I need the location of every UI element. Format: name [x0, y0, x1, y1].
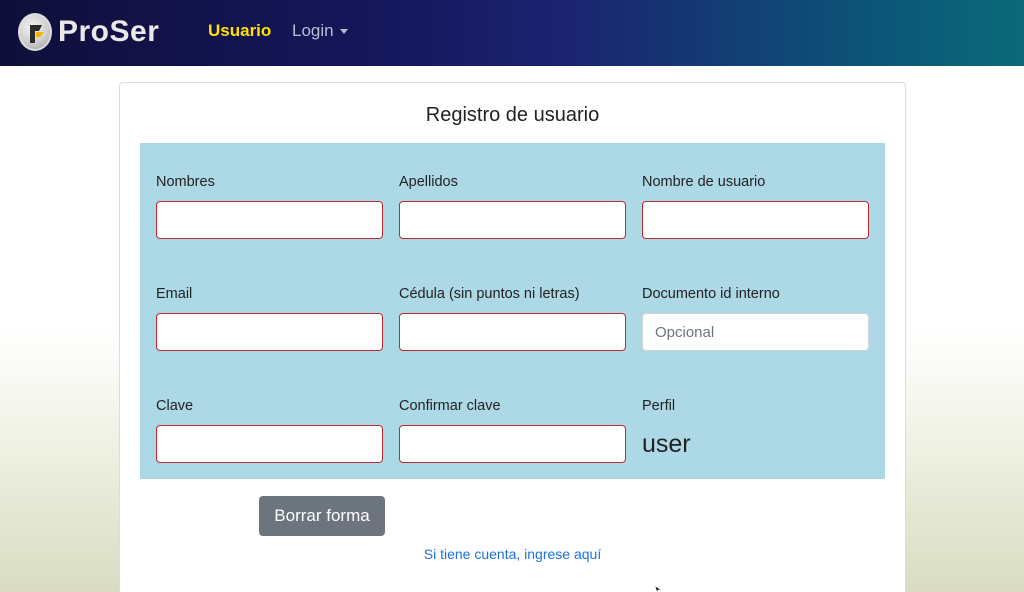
confirmar-clave-label: Confirmar clave — [399, 398, 501, 414]
clave-label: Clave — [156, 398, 194, 414]
nombre-usuario-label: Nombre de usuario — [642, 174, 766, 190]
nombres-input[interactable] — [156, 201, 383, 239]
nombres-label: Nombres — [156, 174, 215, 190]
login-link[interactable]: Si tiene cuenta, ingrese aquí — [120, 546, 905, 562]
mouse-cursor-icon — [655, 586, 662, 592]
page-title: Registro de usuario — [425, 104, 600, 126]
proser-logo-icon — [18, 13, 52, 51]
nav-login-label: Login — [292, 21, 334, 40]
cedula-input[interactable] — [399, 313, 626, 351]
registration-card: Registro de usuario Nombres Apellidos No… — [119, 82, 906, 592]
reset-form-button[interactable]: Borrar forma — [259, 496, 385, 536]
brand-name: ProSer — [58, 15, 160, 48]
apellidos-label: Apellidos — [399, 174, 458, 190]
apellidos-input[interactable] — [399, 201, 626, 239]
documento-id-input[interactable] — [642, 313, 869, 351]
nav-link-usuario[interactable]: Usuario — [208, 21, 271, 41]
email-input[interactable] — [156, 313, 383, 351]
brand-logo[interactable]: ProSer — [18, 12, 159, 52]
cedula-label: Cédula (sin puntos ni letras) — [399, 286, 580, 302]
confirmar-clave-input[interactable] — [399, 425, 626, 463]
nombre-usuario-input[interactable] — [642, 201, 869, 239]
registration-form: Nombres Apellidos Nombre de usuario Emai… — [140, 143, 885, 479]
perfil-value: user — [642, 430, 691, 458]
caret-down-icon — [339, 28, 348, 34]
clave-input[interactable] — [156, 425, 383, 463]
perfil-label: Perfil — [642, 398, 676, 414]
top-navbar: ProSer Usuario Login — [0, 0, 1024, 66]
email-label: Email — [156, 286, 193, 302]
nav-dropdown-login[interactable]: Login — [292, 21, 348, 41]
documento-id-label: Documento id interno — [642, 286, 780, 302]
